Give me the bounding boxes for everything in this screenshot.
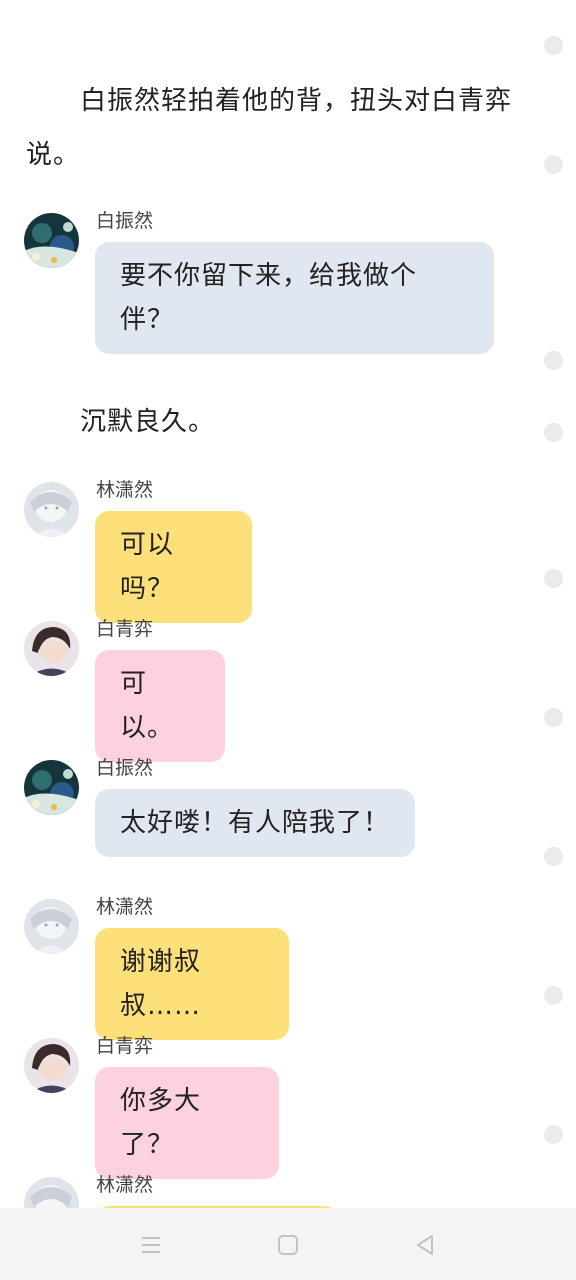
- baizhenran-avatar[interactable]: [24, 760, 79, 815]
- narration-text: 白振然轻拍着他的背，扭头对白青弈说。: [26, 86, 513, 170]
- paragraph-marker-dot[interactable]: [544, 155, 563, 174]
- bubble-text-line: 可以吗？: [120, 530, 175, 604]
- paragraph-marker-dot[interactable]: [544, 351, 563, 370]
- home-icon[interactable]: [273, 1230, 303, 1260]
- speaker-name: 林潇然: [96, 896, 154, 918]
- chat-bubble[interactable]: 可以吗？: [95, 511, 252, 623]
- back-icon[interactable]: [410, 1230, 440, 1260]
- baizhenran-avatar[interactable]: [24, 213, 79, 268]
- narration-text: 沉默良久。: [80, 407, 216, 437]
- bubble-text-line: 伴？: [120, 305, 175, 335]
- speaker-name: 白青弈: [96, 618, 154, 640]
- linxiaoran-avatar[interactable]: [24, 482, 79, 537]
- bubble-text-line: 你多大了？: [120, 1086, 202, 1160]
- bubble-text-line: 要不你留下来，给我做个: [120, 261, 418, 291]
- paragraph-marker-dot[interactable]: [544, 423, 563, 442]
- paragraph-marker-dot[interactable]: [544, 36, 563, 55]
- chat-bubble[interactable]: 谢谢叔叔……: [95, 928, 289, 1040]
- chat-story-page: 白振然轻拍着他的背，扭头对白青弈说。 白振然 要不你留下来，给我做个 伴？ 沉默…: [0, 0, 576, 1280]
- chat-bubble[interactable]: 太好喽！有人陪我了！: [95, 789, 415, 857]
- chat-bubble[interactable]: 要不你留下来，给我做个 伴？: [95, 242, 494, 354]
- speaker-name: 白青弈: [96, 1035, 154, 1057]
- chat-bubble[interactable]: 可以。: [95, 650, 225, 762]
- paragraph-marker-dot[interactable]: [544, 569, 563, 588]
- system-navigation-bar: [0, 1208, 576, 1280]
- speaker-name: 白振然: [96, 210, 154, 232]
- paragraph-marker-dot[interactable]: [544, 1125, 563, 1144]
- paragraph-marker-dot[interactable]: [544, 986, 563, 1005]
- baiqingyi-avatar[interactable]: [24, 621, 79, 676]
- paragraph-marker-dot[interactable]: [544, 847, 563, 866]
- bubble-text-line: 可以。: [120, 669, 175, 743]
- baiqingyi-avatar[interactable]: [24, 1038, 79, 1093]
- paragraph-marker-dot[interactable]: [544, 708, 563, 727]
- speaker-name: 白振然: [96, 757, 154, 779]
- bubble-text-line: 太好喽！有人陪我了！: [120, 808, 391, 838]
- speaker-name: 林潇然: [96, 1174, 154, 1196]
- speaker-name: 林潇然: [96, 479, 154, 501]
- bubble-text-line: 谢谢叔叔……: [120, 947, 202, 1021]
- menu-icon[interactable]: [136, 1230, 166, 1260]
- linxiaoran-avatar[interactable]: [24, 899, 79, 954]
- chat-bubble[interactable]: 你多大了？: [95, 1067, 279, 1179]
